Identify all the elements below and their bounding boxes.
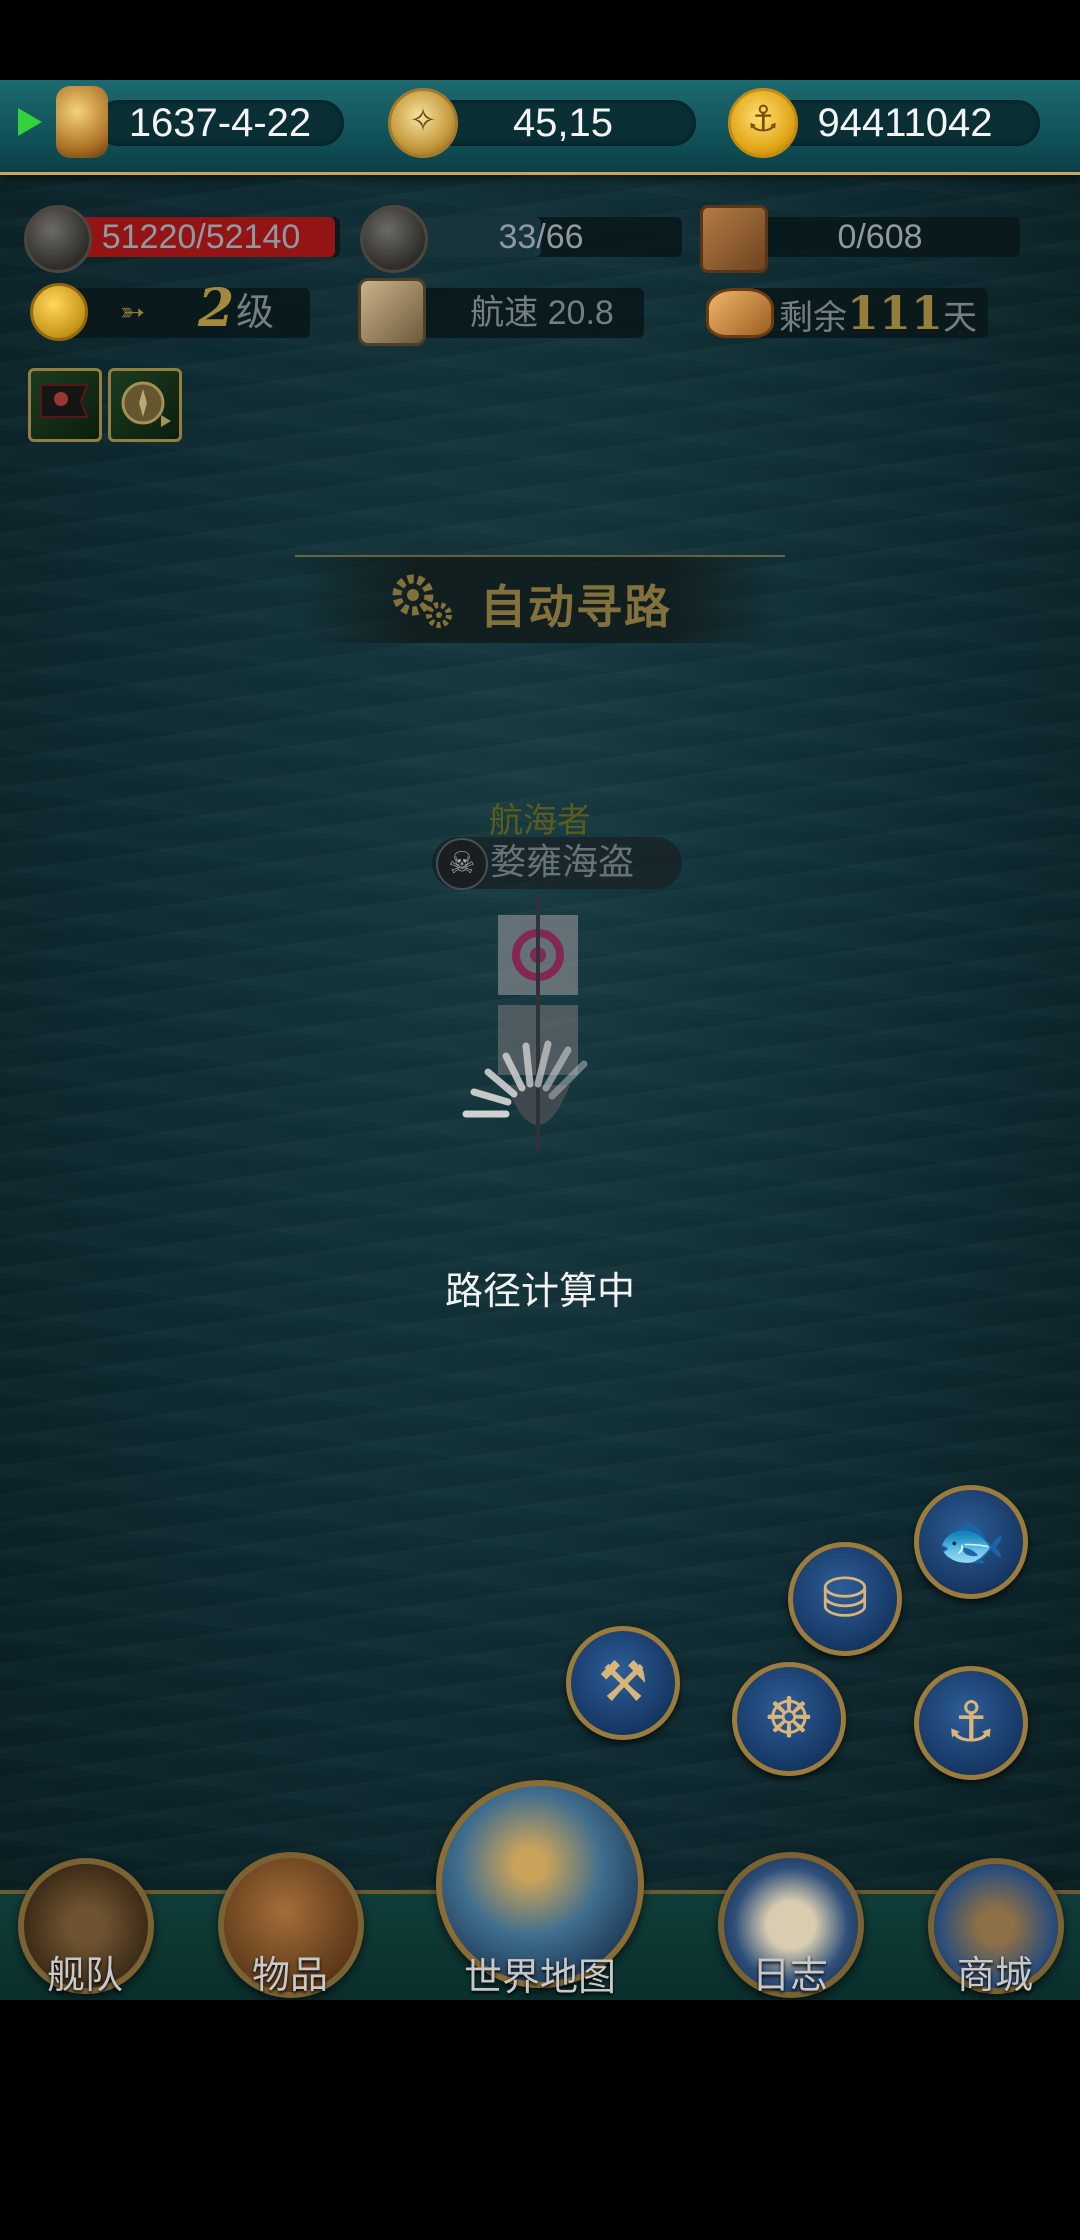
ship-guild-tag: ☠ 婺雍海盗 [432, 837, 682, 890]
ship-name: 航海者 [489, 801, 591, 841]
compass-icon[interactable]: ✧ [388, 88, 458, 158]
level-unit: 级 [236, 292, 275, 334]
days-prefix: 剩余 [778, 299, 847, 337]
anchor-button[interactable]: ⚓ [914, 1666, 1028, 1780]
gold-text: 94411042 [817, 101, 993, 145]
repair-button[interactable]: ⚒ [566, 1626, 680, 1740]
ship-speed-icon [358, 278, 426, 346]
nav-fleet-label: 舰队 [46, 1953, 123, 1997]
bread-food-icon [706, 288, 774, 338]
nav-shop-label: 商城 [956, 1953, 1033, 1997]
nav-items-label: 物品 [251, 1953, 328, 1997]
loading-status-text: 路径计算中 [444, 1269, 635, 1313]
fish-icon: 🐟 [936, 1509, 1006, 1574]
nav-fleet[interactable]: 舰队 [10, 1850, 160, 2000]
nav-world-map[interactable]: 世界地图 [430, 1780, 650, 2000]
skull-icon: ☠ [436, 838, 488, 890]
compass-speed-icon[interactable] [108, 368, 182, 442]
nav-items[interactable]: 物品 [210, 1842, 370, 2000]
top-resource-bar: 1637-4-22 ✧ 45,15 ⚓ 94411042 [0, 80, 1080, 175]
gears-icon [392, 574, 452, 628]
cargo-bar: 0/608 [740, 217, 1020, 257]
gold-coin-icon[interactable]: ⚓ [728, 88, 798, 158]
ship-wheel-rope-icon: ☸ [763, 1686, 815, 1751]
date-text: 1637-4-22 [128, 101, 312, 145]
system-bottom-area [0, 2000, 1080, 2240]
days-suffix: 天 [943, 299, 978, 337]
level-number: 2 [198, 278, 235, 339]
coordinates-display: 45,15 [430, 100, 696, 146]
sailor-icon [360, 205, 428, 273]
cargo-crate-icon [700, 205, 768, 273]
speed-value: 20.8 [547, 294, 614, 332]
auto-path-banner[interactable]: 自动寻路 [295, 555, 785, 643]
durability-bar: 51220/52140 [62, 217, 340, 257]
sailors-bar: 33/66 [400, 217, 682, 257]
durability-text: 51220/52140 [101, 218, 301, 256]
fishing-button[interactable]: 🐟 [914, 1485, 1028, 1599]
speed-bar: 航速 20.8 [400, 288, 644, 338]
cargo-text: 0/608 [837, 218, 923, 256]
auto-path-label: 自动寻路 [480, 580, 672, 634]
nav-shop[interactable]: 商城 [920, 1850, 1070, 2000]
loading-spinner-icon [462, 1040, 588, 1118]
game-viewport[interactable]: 1637-4-22 ✧ 45,15 ⚓ 94411042 51220/52140… [0, 80, 1080, 2000]
arrow-icon: ➳ [120, 296, 146, 329]
date-display: 1637-4-22 [96, 100, 344, 146]
navigation-button[interactable]: ☸ [732, 1662, 846, 1776]
nav-log[interactable]: 日志 [710, 1842, 870, 2000]
level-bar: ➳ 2 级 [62, 283, 310, 338]
hammer-icon: ⚒ [597, 1650, 649, 1715]
hourglass-icon [56, 86, 108, 158]
nav-world-map-label: 世界地图 [463, 1955, 616, 1999]
supply-barrel-button[interactable]: ⛁ [788, 1542, 902, 1656]
sailors-text: 33/66 [498, 218, 584, 256]
gold-display: 94411042 [770, 100, 1040, 146]
guild-name: 婺雍海盗 [490, 842, 635, 883]
barrel-icon: ⛁ [821, 1566, 869, 1631]
days-number: 111 [846, 286, 944, 340]
anchor-icon: ⚓ [945, 1690, 997, 1755]
play-icon[interactable] [18, 108, 42, 136]
supply-days-bar: 剩余111天 [748, 288, 988, 338]
hammer-icon [24, 205, 92, 273]
level-orb-icon [30, 283, 88, 341]
speed-label: 航速 [470, 294, 539, 332]
pirate-flag-icon[interactable] [28, 368, 102, 442]
coordinates-text: 45,15 [512, 101, 614, 145]
nav-log-label: 日志 [751, 1953, 828, 1997]
